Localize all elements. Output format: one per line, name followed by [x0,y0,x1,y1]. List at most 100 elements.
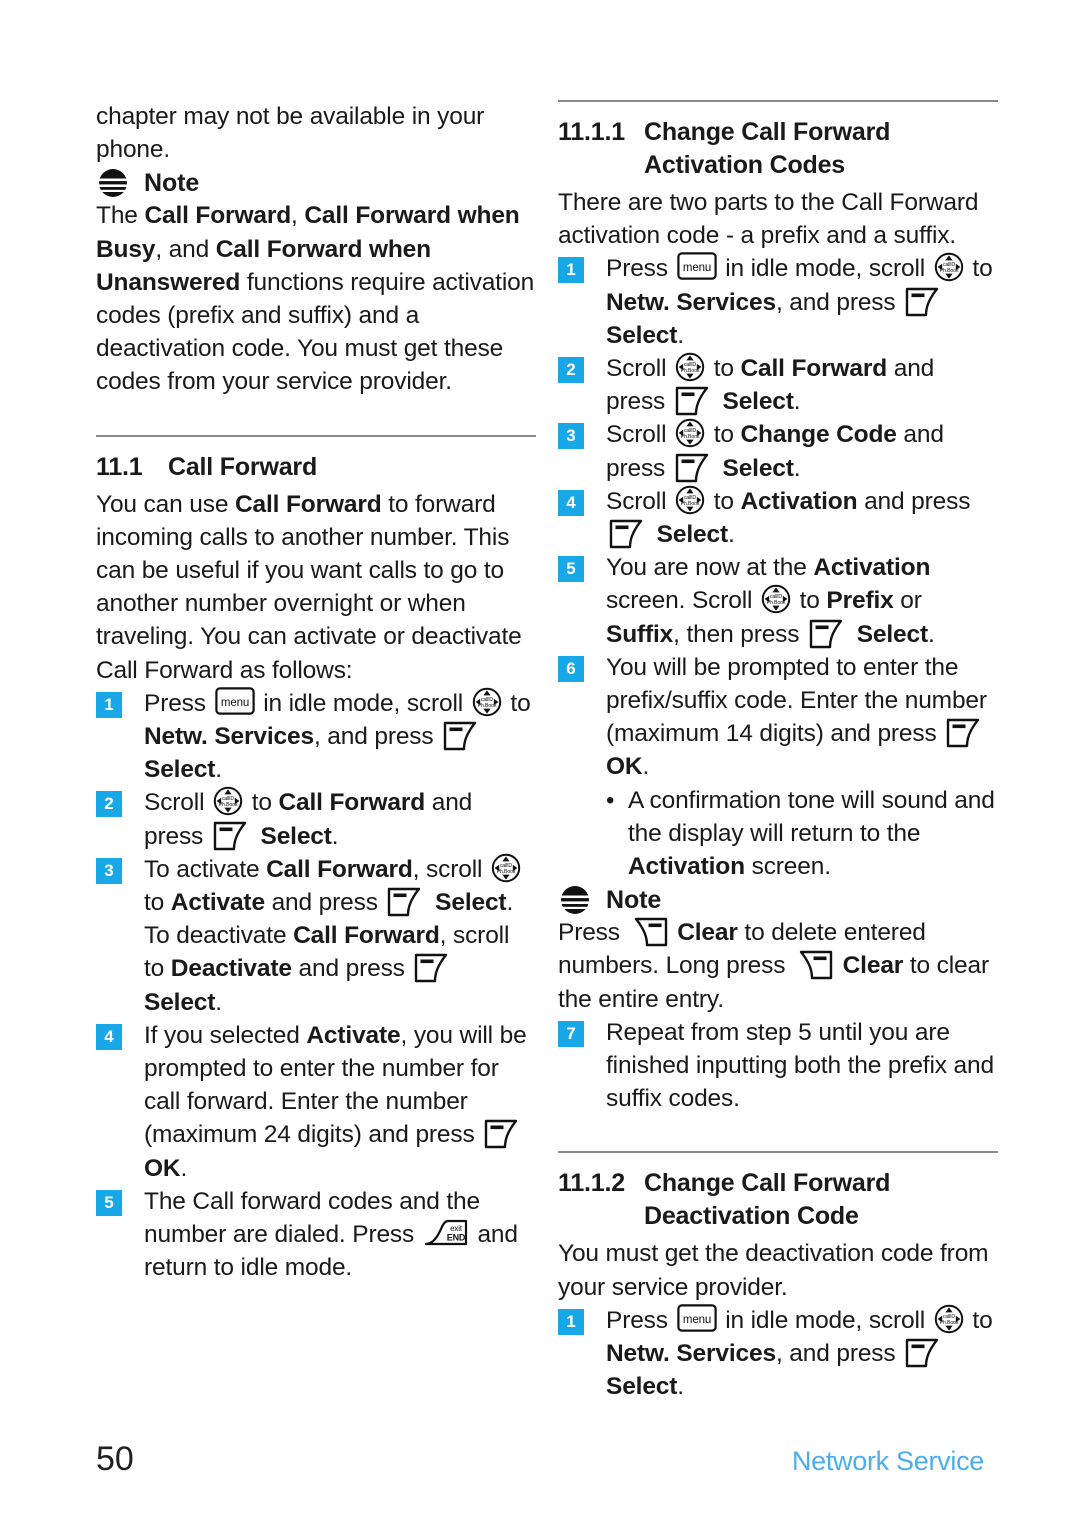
nav-scroll-key-icon: callID Ph.Book [213,786,243,816]
body-text: . [180,1154,188,1182]
body-text: If you selected [144,1021,307,1049]
svg-text:callID: callID [943,1314,955,1320]
emphasis-text: Select [722,388,794,416]
emphasis-text: Prefix [826,587,894,615]
step-text: To activate Call Forward, scroll callID P… [144,853,536,1019]
svg-text:Ph.Book: Ph.Book [681,501,700,507]
emphasis-text: OK [606,753,643,781]
emphasis-text: Select [260,822,332,850]
step-item: 4 Scroll callID Ph.Book to Activation and … [558,485,998,551]
emphasis-text: Clear [677,919,738,947]
body-text: to [707,487,741,515]
body-text: . [928,620,935,648]
section-title: Change Call Forward Activation Codes [644,116,998,182]
svg-text:END: END [447,1233,466,1243]
steps-list-11-1-2: 1 Press menu in idle mode, scroll callID P… [558,1304,998,1404]
svg-text:callID: callID [684,495,696,501]
step-number-badge: 5 [96,1189,122,1216]
left-softkey-icon [808,618,848,650]
svg-text:menu: menu [220,697,248,709]
section-intro: You can use Call Forward to forward inco… [96,488,536,687]
body-text: , then press [673,620,807,648]
emphasis-text: Select [606,321,678,349]
note-label: Note [144,168,200,197]
body-text: or [893,587,922,615]
manual-page: chapter may not be available in your pho… [0,0,1080,1525]
step-text: You are now at the Activation screen. Sc… [606,551,998,651]
step-text: Scroll callID Ph.Book to Call Forward and… [144,786,536,852]
body-text [836,952,843,979]
menu-key-icon: menu [214,687,255,715]
body-text [716,455,723,482]
section-title: Call Forward [168,452,318,481]
body-text: You will be prompted to enter the prefix… [606,653,987,748]
section-number: 11.1.1 [558,118,625,146]
svg-text:callID: callID [770,594,782,600]
body-text: to [792,587,827,615]
body-text: . [642,753,650,781]
note-icon [560,885,590,915]
step-item: 1 Press menu in idle mode, scroll callID P… [558,1304,998,1404]
body-text [850,621,857,648]
body-text: Scroll [606,355,674,383]
body-text: Scroll [606,487,674,515]
step-number-badge: 1 [558,1308,584,1335]
step-number-badge: 2 [96,791,122,818]
body-text: You can use [96,490,235,518]
note-body: The Call Forward, Call Forward when Busy… [96,199,536,398]
emphasis-text: Netw. Services [606,1340,776,1368]
step-item: 1 Press menu in idle mode, scroll callID P… [96,687,536,787]
emphasis-text: Select [722,454,794,482]
step-text: Scroll callID Ph.Book to Activation and p… [606,485,998,551]
emphasis-text: Select [656,521,728,549]
menu-key-icon: menu [676,1304,717,1332]
section-number: 11.1.2 [558,1169,625,1198]
step-text: Repeat from step 5 until you are finishe… [606,1016,998,1116]
body-text: Press [558,919,627,947]
left-softkey-icon [674,452,714,484]
body-text: , and [155,235,216,263]
body-text: and press [291,955,412,983]
body-text: , and press [775,288,903,316]
emphasis-text: Select [144,756,216,784]
body-text: . [793,454,801,482]
body-text: . [677,321,684,349]
step-text: Scroll callID Ph.Book to Change Code and … [606,418,998,484]
section-divider-right-top [558,100,998,102]
emphasis-text: Activate [306,1021,401,1049]
bullet-marker: • [606,786,615,814]
section-title-line1: Change Call Forward [644,1169,891,1198]
page-number: 50 [96,1440,134,1478]
section-title: Change Call Forward Deactivation Code [644,1167,998,1233]
emphasis-text: Suffix [606,620,674,648]
left-softkey-icon [483,1118,523,1150]
body-text: screen. [744,853,831,881]
left-softkey-icon [442,720,482,752]
body-text: to [245,789,279,817]
step-text: Press menu in idle mode, scroll callID Ph… [606,1304,998,1404]
step-text: The Call forward codes and the number ar… [144,1185,536,1285]
nav-scroll-key-icon: callID Ph.Book [934,252,964,282]
section-heading-11-1-2: 11.1.2 Change Call Forward Deactivation … [558,1167,998,1233]
nav-scroll-key-icon: callID Ph.Book [472,687,502,717]
body-text: Press [144,689,213,717]
body-text: to [707,355,741,383]
step-text: You will be prompted to enter the prefix… [606,651,998,784]
body-text: to [707,421,741,449]
right-softkey-icon [794,949,834,981]
nav-scroll-key-icon: callID Ph.Book [675,418,705,448]
emphasis-text: Activation [740,487,858,515]
body-text: in idle mode, scroll [256,689,470,717]
svg-text:Ph.Book: Ph.Book [939,269,958,275]
step-number-badge: 7 [558,1020,584,1047]
left-softkey-icon [608,518,648,550]
bullet-text: A confirmation tone will sound and the d… [628,784,998,884]
menu-key-icon: menu [676,252,717,281]
svg-text:callID: callID [684,362,696,368]
body-text: There are two parts to the Call Forward … [558,189,979,250]
body-text: You are now at the [606,554,814,582]
end-key-icon: exit END [423,1218,469,1248]
body-text: The [96,202,145,230]
section-divider-11-1-2 [558,1151,998,1154]
svg-text:menu: menu [682,262,710,274]
